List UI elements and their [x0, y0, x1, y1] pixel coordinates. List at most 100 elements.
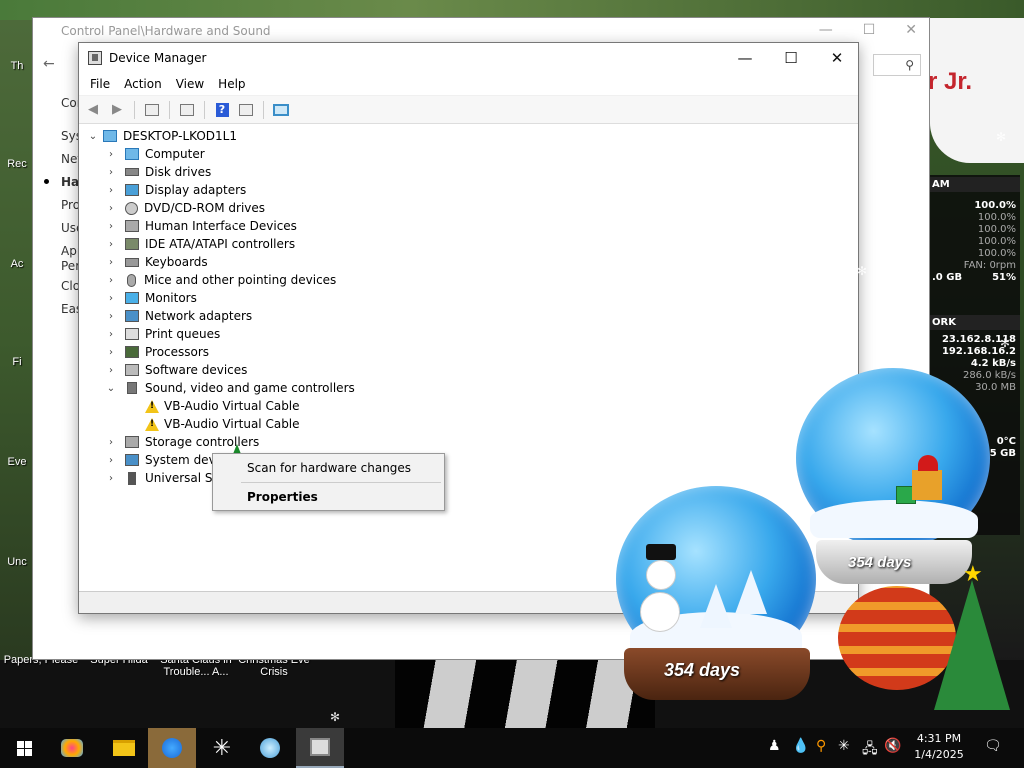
printer-icon [125, 328, 139, 340]
taskbar-app-globe[interactable] [246, 728, 294, 768]
computer-icon [103, 130, 117, 142]
clock-time: 4:31 PM [916, 732, 962, 745]
desktop-icon-label[interactable]: Unc [2, 556, 32, 568]
chevron-right-icon[interactable]: › [105, 347, 117, 358]
star-icon: ★ [963, 562, 983, 587]
chevron-right-icon[interactable]: › [105, 311, 117, 322]
tree-item-processors[interactable]: › Processors [105, 343, 209, 361]
tree-subitem-label: VB-Audio Virtual Cable [164, 417, 300, 431]
tree-item-label: Print queues [145, 327, 221, 341]
tree-item-mice[interactable]: › Mice and other pointing devices [105, 271, 336, 289]
taskbar-app-device-manager[interactable] [296, 728, 344, 768]
desktop-icon-label[interactable]: Ac [2, 258, 32, 270]
water-drop-icon[interactable]: 💧 [792, 738, 809, 754]
active-bullet [44, 179, 49, 184]
help-icon[interactable]: ? [212, 100, 232, 120]
menu-item-scan-hardware[interactable]: Scan for hardware changes [247, 461, 411, 475]
chevron-right-icon[interactable]: › [105, 221, 117, 232]
tree-item-label: IDE ATA/ATAPI controllers [145, 237, 296, 251]
tree-item-disk-drives[interactable]: › Disk drives [105, 163, 211, 181]
show-hide-console-tree-icon[interactable] [142, 100, 162, 120]
tree-item-sound-controllers[interactable]: ⌄ Sound, video and game controllers [105, 379, 355, 397]
tree-root[interactable]: ⌄ DESKTOP-LKOD1L1 [87, 127, 237, 145]
tree-item-monitors[interactable]: › Monitors [105, 289, 197, 307]
system-clock[interactable]: 4:31 PM 1/4/2025 [908, 731, 970, 763]
control-panel-search-input[interactable]: ⚲ [873, 54, 921, 76]
chevron-right-icon[interactable]: › [105, 329, 117, 340]
chevron-right-icon[interactable]: › [105, 455, 117, 466]
chevron-right-icon[interactable]: › [105, 365, 117, 376]
menu-action[interactable]: Action [117, 74, 169, 95]
chevron-right-icon[interactable]: › [105, 473, 117, 484]
tree-subitem-vb-audio[interactable]: VB-Audio Virtual Cable [141, 397, 300, 415]
network-icon[interactable]: 🖧 [862, 738, 878, 762]
desktop-icon-label[interactable]: Th [2, 60, 32, 72]
tree-item-network-adapters[interactable]: › Network adapters [105, 307, 252, 325]
desktop-icon-label[interactable]: Rec [2, 158, 32, 170]
taskbar-app-snowflake[interactable]: ✳ [198, 728, 246, 768]
snowflake-icon: ✻ [1000, 336, 1011, 350]
chevron-down-icon[interactable]: ⌄ [87, 131, 99, 142]
toolbar: ◀ ▶ ? [79, 96, 858, 124]
notification-center-icon[interactable]: 🗨 [984, 738, 1002, 754]
chevron-right-icon[interactable]: › [105, 293, 117, 304]
tree-item-computer[interactable]: › Computer [105, 145, 205, 163]
volume-mute-icon[interactable]: 🔇 [884, 738, 901, 754]
chevron-right-icon[interactable]: › [105, 275, 117, 286]
start-button[interactable] [0, 728, 48, 768]
tree-item-hid[interactable]: › Human Interface Devices [105, 217, 297, 235]
days-countdown: 354 days [664, 660, 741, 680]
tree-item-display-adapters[interactable]: › Display adapters [105, 181, 246, 199]
maximize-icon[interactable]: ☐ [768, 43, 814, 73]
back-arrow-icon[interactable]: ← [43, 56, 55, 72]
people-tray-icon[interactable]: ♟ [768, 738, 781, 754]
usb-icon [128, 471, 136, 485]
chevron-right-icon[interactable]: › [105, 149, 117, 160]
forward-arrow-icon[interactable]: ▶ [107, 100, 127, 120]
minimize-icon[interactable]: — [819, 22, 833, 38]
snow-tree-icon [735, 570, 767, 614]
tree-item-dvd-drives[interactable]: › DVD/CD-ROM drives [105, 199, 265, 217]
action-pane-icon[interactable] [236, 100, 256, 120]
menu-view[interactable]: View [169, 74, 211, 95]
minimize-icon[interactable]: — [722, 43, 768, 73]
ram-core: 100.0% [977, 248, 1016, 259]
tree-subitem-vb-audio[interactable]: VB-Audio Virtual Cable [141, 415, 300, 433]
close-icon[interactable]: ✕ [905, 22, 917, 38]
search-icon[interactable]: ⚲ [816, 738, 826, 754]
menu-help[interactable]: Help [211, 74, 252, 95]
menu-item-properties[interactable]: Properties [247, 490, 318, 504]
tree-item-keyboards[interactable]: › Keyboards [105, 253, 208, 271]
tree-item-software-devices[interactable]: › Software devices [105, 361, 247, 379]
properties-icon[interactable] [177, 100, 197, 120]
desktop-icon-label[interactable]: Fi [2, 356, 32, 368]
scan-hardware-icon[interactable] [271, 100, 291, 120]
device-manager-titlebar[interactable]: Device Manager — ☐ ✕ [79, 43, 858, 74]
chevron-right-icon[interactable]: › [105, 437, 117, 448]
taskbar-app-paint[interactable] [48, 728, 96, 768]
disk-icon [125, 168, 139, 176]
maximize-icon[interactable]: ☐ [863, 22, 876, 38]
chevron-right-icon[interactable]: › [105, 167, 117, 178]
close-icon[interactable]: ✕ [814, 43, 860, 73]
tree-item-ide-controllers[interactable]: › IDE ATA/ATAPI controllers [105, 235, 295, 253]
taskbar-app-explorer[interactable] [100, 728, 148, 768]
chevron-right-icon[interactable]: › [105, 239, 117, 250]
tree-item-label: Sound, video and game controllers [145, 381, 355, 395]
menu-file[interactable]: File [83, 74, 117, 95]
chevron-right-icon[interactable]: › [105, 203, 117, 214]
chevron-right-icon[interactable]: › [105, 257, 117, 268]
back-arrow-icon[interactable]: ◀ [83, 100, 103, 120]
tree-item-label: Display adapters [145, 183, 247, 197]
snowflake-app-icon: ✳ [212, 735, 232, 761]
chevron-right-icon[interactable]: › [105, 185, 117, 196]
snowflake-tray-icon[interactable]: ✳ [838, 738, 850, 754]
globe-app-icon [260, 738, 280, 758]
taskbar-app-people[interactable] [148, 728, 196, 768]
chevron-down-icon[interactable]: ⌄ [105, 383, 117, 394]
folder-icon [113, 740, 135, 756]
tree-item-print-queues[interactable]: › Print queues [105, 325, 220, 343]
menu-bar: File Action View Help [79, 74, 858, 96]
desktop-icon-label[interactable]: Eve [2, 456, 32, 468]
ram-core: 100.0% [977, 236, 1016, 247]
